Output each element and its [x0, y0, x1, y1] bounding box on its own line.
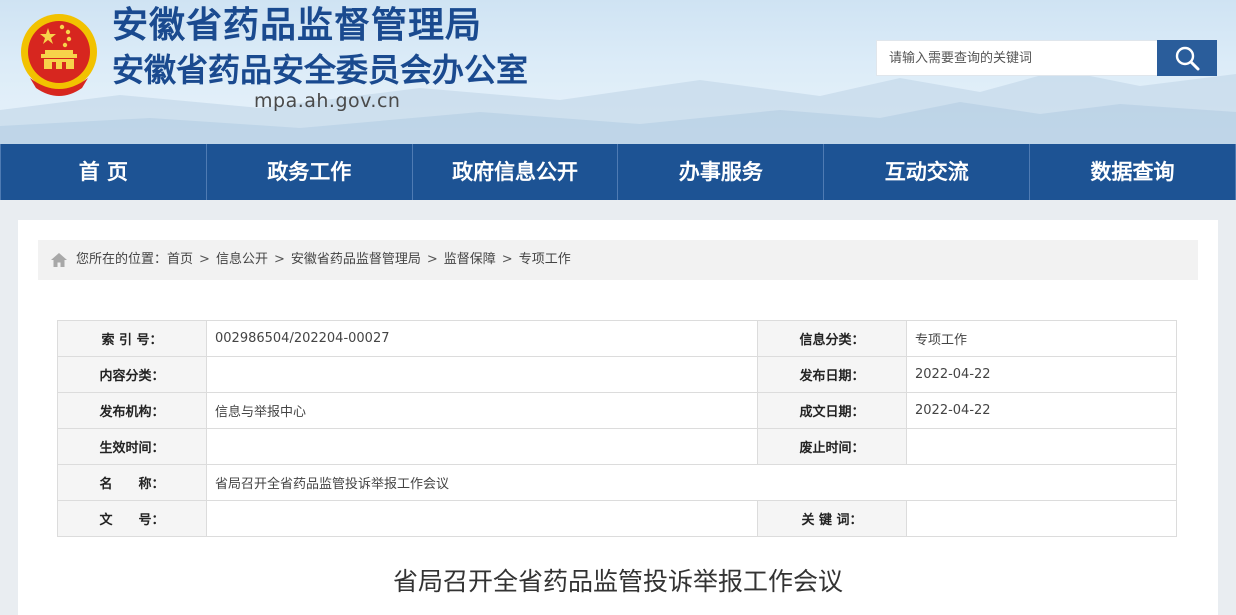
main-content: 您所在的位置： 首页 > 信息公开 > 安徽省药品监督管理局 > 监督保障 > …: [18, 220, 1218, 615]
table-row: 索 引 号： 002986504/202204-00027 信息分类： 专项工作: [57, 320, 1177, 357]
breadcrumb-separator: >: [426, 252, 438, 267]
breadcrumb-item-home[interactable]: 首页: [167, 240, 193, 280]
repeal-time-value: [906, 428, 1177, 465]
publish-date-value: 2022-04-22: [906, 356, 1177, 393]
effective-time-label: 生效时间：: [57, 428, 207, 465]
breadcrumb-prefix: 您所在的位置：: [76, 252, 168, 267]
nav-item-information-disclosure[interactable]: 政府信息公开: [413, 144, 619, 200]
publisher-value: 信息与举报中心: [206, 392, 758, 429]
breadcrumb-separator: >: [501, 252, 513, 267]
nav-item-interaction[interactable]: 互动交流: [824, 144, 1031, 200]
nav-item-home[interactable]: 首 页: [0, 144, 207, 200]
nav-item-data-query[interactable]: 数据查询: [1030, 144, 1236, 200]
info-category-label: 信息分类：: [757, 320, 907, 357]
publish-date-label: 发布日期：: [757, 356, 907, 393]
effective-time-value: [206, 428, 758, 465]
document-info-table: 索 引 号： 002986504/202204-00027 信息分类： 专项工作…: [57, 320, 1177, 537]
site-subtitle: 安徽省药品安全委员会办公室: [112, 51, 529, 89]
breadcrumb-item-special-work[interactable]: 专项工作: [519, 240, 571, 280]
written-date-label: 成文日期：: [757, 392, 907, 429]
doc-number-label: 文 号：: [57, 500, 207, 537]
info-category-value: 专项工作: [906, 320, 1177, 357]
table-row: 生效时间： 废止时间：: [57, 428, 1177, 465]
doc-number-value: [206, 500, 758, 537]
site-title: 安徽省药品监督管理局: [112, 5, 483, 46]
breadcrumb: 您所在的位置： 首页 > 信息公开 > 安徽省药品监督管理局 > 监督保障 > …: [38, 240, 1198, 280]
keywords-value: [906, 500, 1177, 537]
table-row: 文 号： 关 键 词：: [57, 500, 1177, 537]
nav-item-services[interactable]: 办事服务: [618, 144, 825, 200]
site-header: 安徽省药品监督管理局 安徽省药品安全委员会办公室 mpa.ah.gov.cn: [0, 0, 1236, 144]
repeal-time-label: 废止时间：: [757, 428, 907, 465]
written-date-value: 2022-04-22: [906, 392, 1177, 429]
search-button[interactable]: [1157, 40, 1217, 76]
search-input[interactable]: [876, 40, 1158, 76]
index-number-label: 索 引 号：: [57, 320, 207, 357]
breadcrumb-separator: >: [273, 252, 285, 267]
content-category-label: 内容分类：: [57, 356, 207, 393]
doc-name-label: 名 称：: [57, 464, 207, 501]
doc-name-value: 省局召开全省药品监管投诉举报工作会议: [206, 464, 1177, 501]
search-icon: [1175, 46, 1200, 71]
main-nav: 首 页 政务工作 政府信息公开 办事服务 互动交流 数据查询: [0, 144, 1236, 200]
home-icon: [51, 253, 67, 267]
table-row: 内容分类： 发布日期： 2022-04-22: [57, 356, 1177, 393]
keywords-label: 关 键 词：: [757, 500, 907, 537]
table-row: 名 称： 省局召开全省药品监管投诉举报工作会议: [57, 464, 1177, 501]
breadcrumb-separator: >: [199, 252, 210, 267]
content-category-value: [206, 356, 758, 393]
table-row: 发布机构： 信息与举报中心 成文日期： 2022-04-22: [57, 392, 1177, 429]
nav-item-government-affairs[interactable]: 政务工作: [207, 144, 413, 200]
breadcrumb-item-bureau[interactable]: 安徽省药品监督管理局: [291, 240, 421, 280]
breadcrumb-item-supervision[interactable]: 监督保障: [444, 240, 496, 280]
publisher-label: 发布机构：: [57, 392, 207, 429]
breadcrumb-item-info-disclosure[interactable]: 信息公开: [216, 240, 268, 280]
site-domain: mpa.ah.gov.cn: [254, 90, 401, 112]
index-number-value: 002986504/202204-00027: [206, 320, 758, 357]
article-title: 省局召开全省药品监管投诉举报工作会议: [392, 567, 843, 596]
national-emblem-icon: [21, 14, 97, 96]
